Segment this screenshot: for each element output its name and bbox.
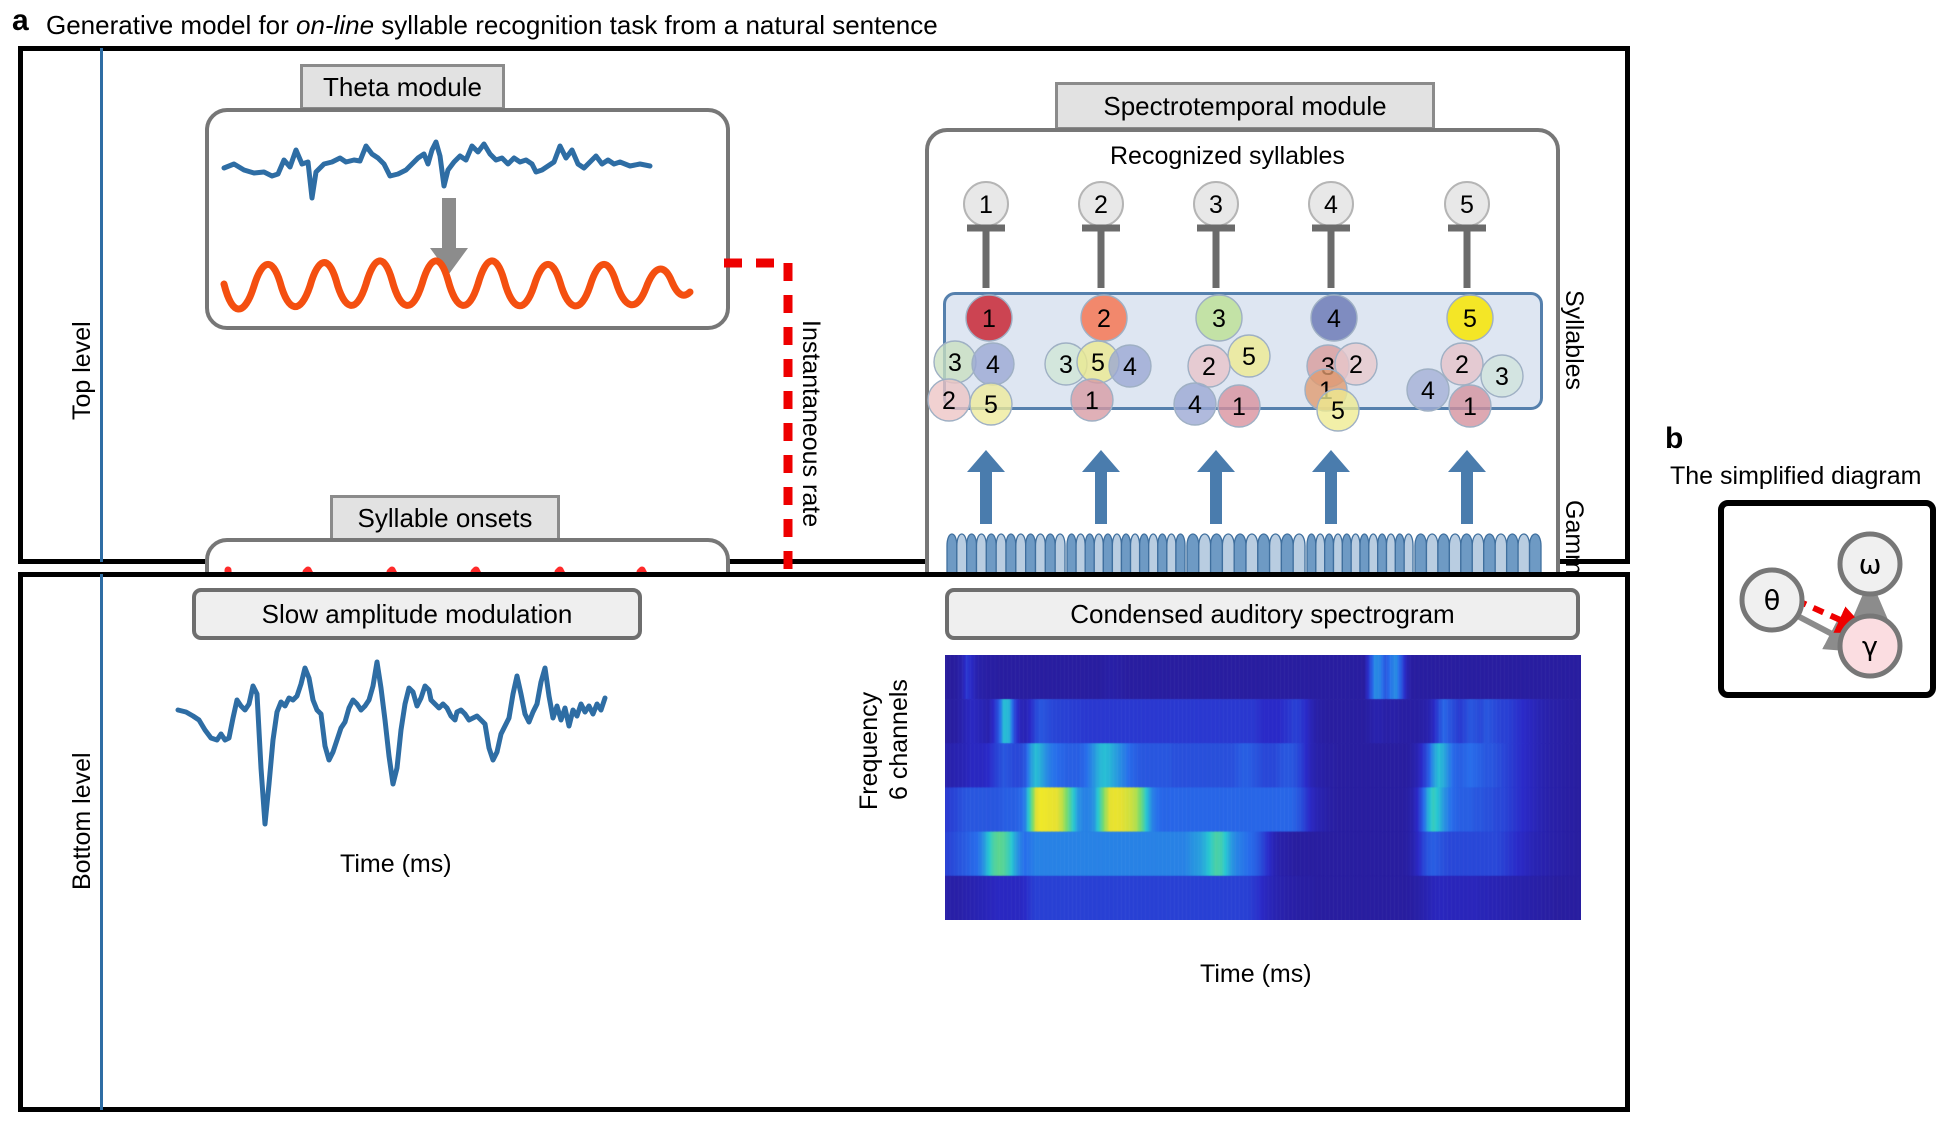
slow-amplitude-modulation-caption: Slow amplitude modulation xyxy=(192,588,642,640)
recognized-syllable-label: 1 xyxy=(979,191,993,219)
gamma-burst-arrow-icon xyxy=(1448,450,1486,524)
bottom-level-label: Bottom level xyxy=(68,752,96,890)
syllables-row-label: Syllables xyxy=(1560,290,1588,391)
syllable-alternative-label: 3 xyxy=(948,349,962,377)
bottom-level-blue-rule xyxy=(100,574,103,1110)
recognized-syllable-label: 5 xyxy=(1460,191,1474,219)
syllable-winner-label: 2 xyxy=(1097,305,1111,333)
theta-module-oscillation-signal xyxy=(220,257,694,313)
spectrogram-ylabel-line2: 6 channels xyxy=(885,679,913,800)
syllable-alternative-label: 1 xyxy=(1085,387,1099,415)
spectrotemporal-module-caption: Spectrotemporal module xyxy=(1055,82,1435,130)
syllable-alternative-label: 2 xyxy=(1202,353,1216,381)
spectrogram-ylabel-line1: Frequency xyxy=(855,691,883,810)
recognized-syllable-label: 4 xyxy=(1324,191,1338,219)
syllable-alternative-label: 1 xyxy=(1232,393,1246,421)
instantaneous-rate-dashed-path xyxy=(724,258,793,597)
instantaneous-rate-label: Instantaneous rate xyxy=(797,320,825,528)
syllable-alternative-label: 5 xyxy=(1091,349,1105,377)
theta-module-envelope-signal xyxy=(221,139,653,201)
syllable-winner-label: 1 xyxy=(982,305,996,333)
syllable-winner-label: 3 xyxy=(1212,305,1226,333)
panel-a-title-before: Generative model for xyxy=(46,10,297,40)
panel-a-title-italic: on-line xyxy=(296,10,375,40)
panel-b-graph: ω θ γ xyxy=(1739,531,1903,679)
syllable-onsets-caption: Syllable onsets xyxy=(330,495,560,541)
syllable-alternative-label: 2 xyxy=(1455,351,1469,379)
panel-b-node-gamma-label: γ xyxy=(1862,632,1878,663)
panel-a-letter: a xyxy=(12,4,29,37)
syllable-clusters: 3 42 513 5 412524 133 21542 3415 xyxy=(927,294,1524,432)
syllable-winner-label: 4 xyxy=(1327,305,1341,333)
recognized-syllables-subtitle: Recognized syllables xyxy=(1110,142,1345,170)
syllable-alternative-label: 5 xyxy=(1331,397,1345,425)
theta-module-caption: Theta module xyxy=(300,64,505,110)
slow-amplitude-modulation-xlabel: Time (ms) xyxy=(340,850,452,878)
spectrogram-caption: Condensed auditory spectrogram xyxy=(945,588,1580,640)
syllable-alternative-label: 3 xyxy=(1059,351,1073,379)
syllable-alternative-label: 2 xyxy=(1349,351,1363,379)
top-level-blue-rule xyxy=(100,48,103,562)
spectrogram-image xyxy=(945,655,1581,920)
gamma-burst-arrow-icon xyxy=(1082,450,1120,524)
syllable-winner-label: 5 xyxy=(1463,305,1477,333)
panel-b-node-omega-label: ω xyxy=(1859,550,1882,581)
gamma-burst-arrow-icon xyxy=(1312,450,1350,524)
spectrogram-xlabel: Time (ms) xyxy=(1200,960,1312,988)
syllable-alternative-label: 4 xyxy=(986,351,1000,379)
gamma-burst-arrows xyxy=(967,450,1486,524)
syllable-alternative-label: 4 xyxy=(1188,391,1202,419)
panel-b-node-theta-label: θ xyxy=(1764,586,1781,617)
syllable-alternative-label: 4 xyxy=(1421,377,1435,405)
syllable-alternative-label: 3 xyxy=(1495,363,1509,391)
slow-amplitude-modulation-signal xyxy=(175,659,608,827)
panel-b-title: The simplified diagram xyxy=(1670,462,1922,490)
panel-a-title-after: syllable recognition task from a natural… xyxy=(374,10,938,40)
syllable-alternative-label: 5 xyxy=(984,391,998,419)
panel-a-title: Generative model for on-line syllable re… xyxy=(46,12,938,38)
syllable-alternative-label: 1 xyxy=(1463,393,1477,421)
panel-b-letter: b xyxy=(1665,422,1684,455)
syllable-alternative-label: 4 xyxy=(1123,353,1137,381)
recognized-syllable-nodes: 1 2 3 4 5 xyxy=(963,181,1490,288)
recognized-syllable-label: 3 xyxy=(1209,191,1223,219)
top-level-label: Top level xyxy=(68,321,96,420)
syllable-alternative-label: 2 xyxy=(942,387,956,415)
gamma-burst-arrow-icon xyxy=(1197,450,1235,524)
syllable-alternative-label: 5 xyxy=(1242,343,1256,371)
recognized-syllable-label: 2 xyxy=(1094,191,1108,219)
gamma-burst-arrow-icon xyxy=(967,450,1005,524)
